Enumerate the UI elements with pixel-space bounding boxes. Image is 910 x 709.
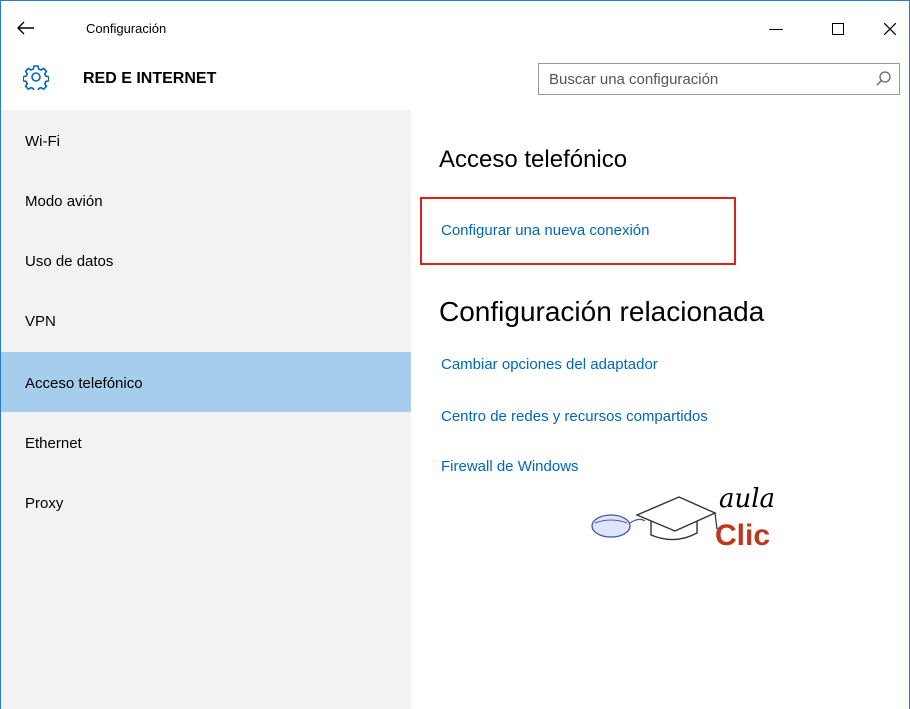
sidebar-item-label: Uso de datos [25, 253, 114, 270]
back-arrow-icon[interactable] [15, 17, 37, 39]
sidebar-item-data-usage[interactable]: Uso de datos [1, 230, 411, 290]
sidebar-item-label: Proxy [25, 495, 64, 512]
gear-icon [22, 64, 50, 93]
sidebar-item-label: Modo avión [25, 193, 103, 210]
search-box[interactable] [538, 63, 900, 95]
search-input[interactable] [539, 64, 869, 94]
page-header: RED E INTERNET [1, 53, 909, 105]
page-title: Acceso telefónico [439, 146, 628, 173]
main-content: Acceso telefónico Configurar una nueva c… [411, 110, 909, 709]
sidebar-item-ethernet[interactable]: Ethernet [1, 412, 411, 472]
search-icon[interactable] [875, 70, 893, 88]
aulaclic-logo: aula Clic [587, 477, 797, 557]
title-bar: Configuración [1, 1, 909, 53]
windows-firewall-link[interactable]: Firewall de Windows [441, 458, 579, 475]
section-title: RED E INTERNET [83, 70, 217, 87]
sidebar-item-proxy[interactable]: Proxy [1, 472, 411, 532]
close-icon[interactable] [875, 15, 905, 43]
maximize-icon[interactable] [823, 15, 853, 43]
setup-new-connection-link[interactable]: Configurar una nueva conexión [441, 222, 649, 239]
sidebar-item-label: Acceso telefónico [25, 375, 143, 392]
sidebar-item-vpn[interactable]: VPN [1, 290, 411, 350]
change-adapter-options-link[interactable]: Cambiar opciones del adaptador [441, 356, 658, 373]
app-title: Configuración [86, 21, 167, 36]
sidebar-item-label: Ethernet [25, 435, 82, 452]
sidebar-item-label: VPN [25, 313, 56, 330]
back-arrow-svg [17, 21, 34, 35]
related-settings-heading: Configuración relacionada [439, 296, 765, 327]
sidebar-item-dial-up[interactable]: Acceso telefónico [1, 352, 411, 412]
sidebar-item-wifi[interactable]: Wi-Fi [1, 110, 411, 170]
sidebar-nav: Wi-Fi Modo avión Uso de datos VPN Acceso… [1, 110, 411, 709]
close-svg [884, 23, 896, 35]
network-sharing-center-link[interactable]: Centro de redes y recursos compartidos [441, 408, 708, 425]
settings-window: Configuración RED E INTERNET Buscar una … [0, 0, 910, 709]
sidebar-item-label: Wi-Fi [25, 133, 60, 150]
sidebar-item-airplane-mode[interactable]: Modo avión [1, 170, 411, 230]
minimize-icon[interactable] [761, 15, 791, 43]
logo-text-aula: aula [719, 484, 775, 514]
logo-text-clic: Clic [715, 519, 770, 552]
